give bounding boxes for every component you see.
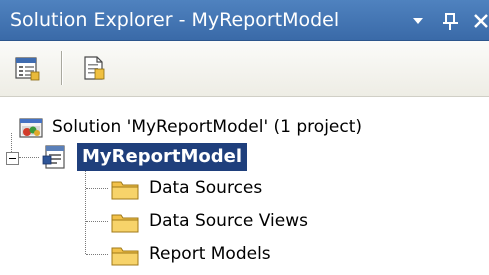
window-position-dropdown[interactable] [407,8,429,32]
properties-button[interactable] [13,54,41,82]
tree-item-data-source-views[interactable]: Data Source Views [0,206,489,236]
title-bar: Solution Explorer - MyReportModel [0,0,489,41]
close-button[interactable] [471,8,489,32]
pin-icon [443,13,458,30]
close-icon [474,14,488,28]
show-all-files-button[interactable] [80,54,108,82]
tree-item-project[interactable]: MyReportModel [0,142,489,172]
folder-icon [111,178,139,200]
page-icon [84,56,105,80]
toolbar-separator [61,51,62,85]
properties-icon [15,57,40,81]
folder-icon [111,211,139,233]
folder-label: Data Sources [149,178,263,198]
toolbar [0,41,489,97]
window-title: Solution Explorer - MyReportModel [10,9,340,31]
project-label: MyReportModel [77,143,247,171]
report-project-icon [42,144,68,170]
solution-label: Solution 'MyReportModel' (1 project) [52,117,363,137]
tree-item-solution[interactable]: Solution 'MyReportModel' (1 project) [0,112,489,142]
folder-icon [111,244,139,266]
folder-label: Data Source Views [149,211,308,231]
chevron-down-icon [413,18,423,24]
tree-item-report-models[interactable]: Report Models [0,239,489,269]
tree-item-data-sources[interactable]: Data Sources [0,173,489,203]
solution-tree: Solution 'MyReportModel' (1 project) MyR… [0,97,489,275]
auto-hide-pin-button[interactable] [441,8,461,32]
folder-label: Report Models [149,244,271,264]
solution-icon [18,115,44,141]
collapse-toggle[interactable] [6,152,19,165]
